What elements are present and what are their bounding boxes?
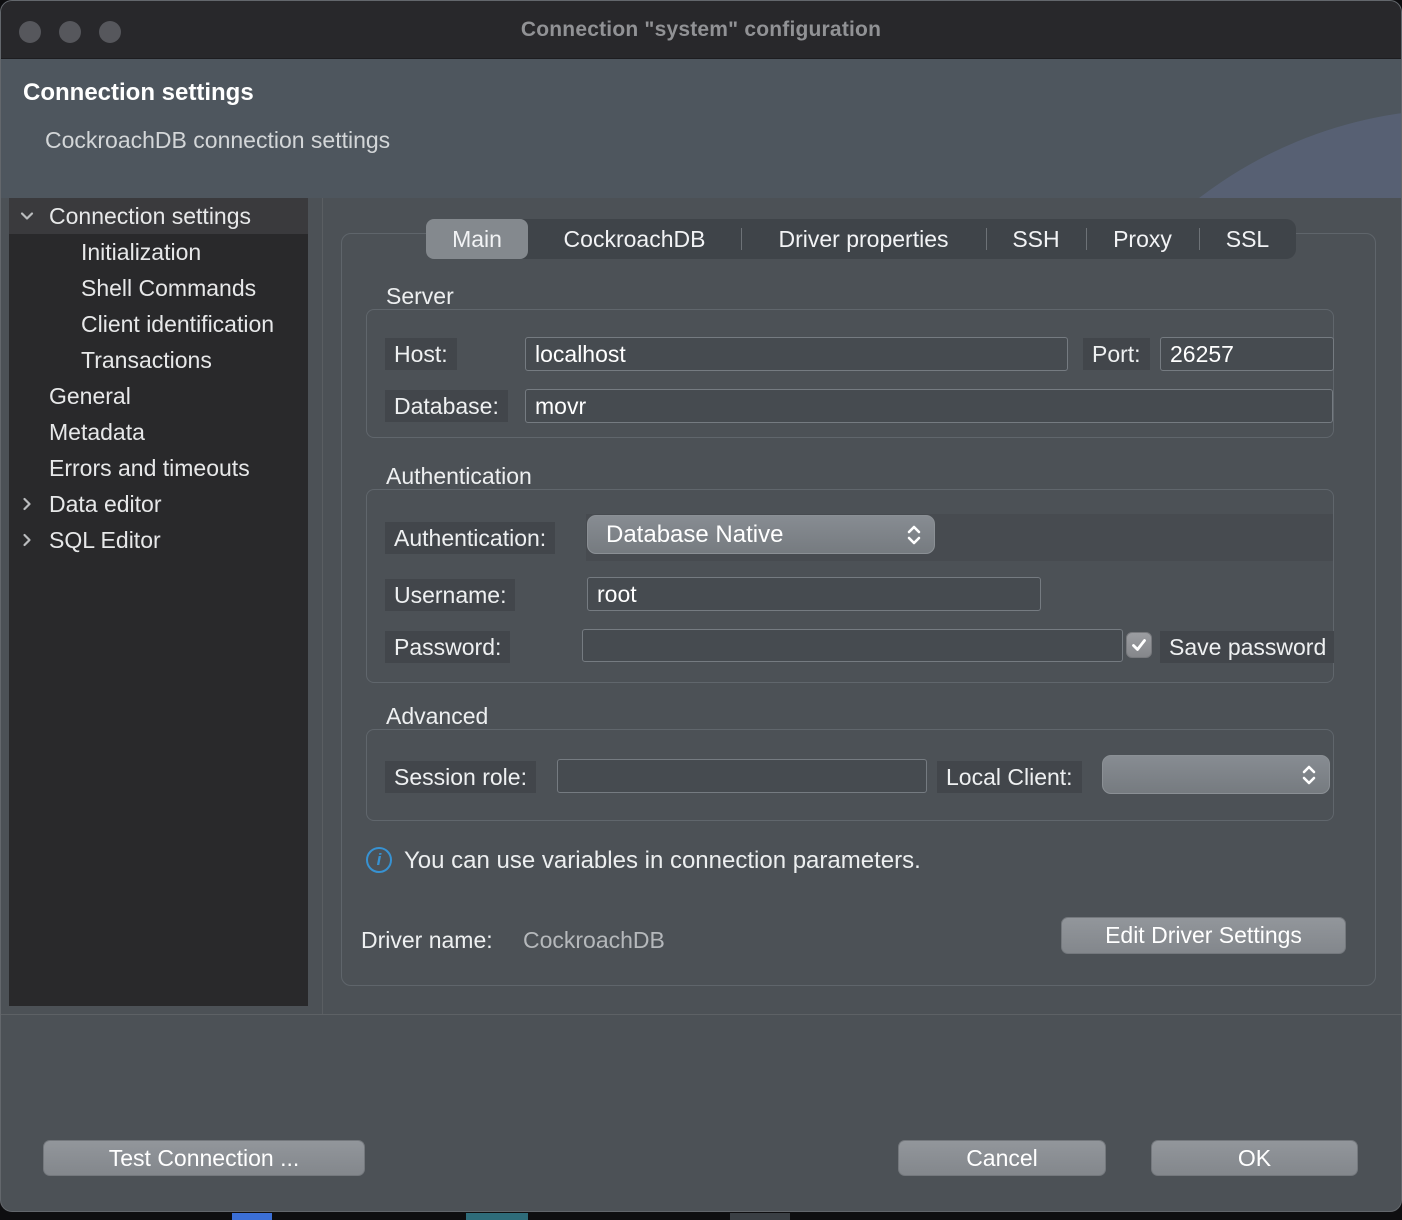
chevron-right-icon <box>19 532 35 548</box>
window-title: Connection "system" configuration <box>1 1 1401 59</box>
sidebar-item-label: Errors and timeouts <box>49 450 250 486</box>
advanced-group: Session role: Local Client: <box>366 729 1334 821</box>
authentication-select[interactable]: Database Native <box>587 515 935 554</box>
info-message: You can use variables in connection para… <box>404 847 921 875</box>
advanced-group-label: Advanced <box>386 703 488 730</box>
cancel-button[interactable]: Cancel <box>898 1140 1106 1176</box>
server-group-label: Server <box>386 283 454 310</box>
sidebar-item-transactions[interactable]: Transactions <box>9 342 308 378</box>
host-label: Host: <box>385 338 457 370</box>
session-role-input[interactable] <box>557 759 927 793</box>
screen: Connection "system" configuration Connec… <box>0 0 1402 1220</box>
sidebar-item-label: Metadata <box>49 414 145 450</box>
database-input[interactable] <box>525 389 1333 423</box>
sidebar-item-label: Transactions <box>81 342 212 378</box>
footer-divider <box>1 1014 1402 1015</box>
sidebar-item-label: Shell Commands <box>81 270 256 306</box>
page-title: Connection settings <box>23 79 254 107</box>
sidebar-item-label: General <box>49 378 131 414</box>
sidebar-item-label: SQL Editor <box>49 522 161 558</box>
updown-chevron-icon <box>1301 764 1317 786</box>
sidebar-item-sql-editor[interactable]: SQL Editor <box>9 522 308 558</box>
sidebar-item-client-identification[interactable]: Client identification <box>9 306 308 342</box>
titlebar: Connection "system" configuration <box>1 1 1401 59</box>
host-input[interactable] <box>525 337 1068 371</box>
sidebar-item-connection-settings[interactable]: Connection settings <box>9 198 308 234</box>
sidebar-item-label: Initialization <box>81 234 201 270</box>
password-label: Password: <box>385 631 510 663</box>
checkmark-icon <box>1130 636 1148 654</box>
test-connection-button[interactable]: Test Connection ... <box>43 1140 365 1176</box>
tab-ssh[interactable]: SSH <box>986 219 1086 259</box>
sidebar-item-shell-commands[interactable]: Shell Commands <box>9 270 308 306</box>
chevron-down-icon <box>19 208 35 224</box>
sidebar-item-metadata[interactable]: Metadata <box>9 414 308 450</box>
tab-bar: Main CockroachDB Driver properties SSH P… <box>426 219 1296 259</box>
dialog-header: Connection settings CockroachDB connecti… <box>1 59 1401 198</box>
sidebar-item-label: Connection settings <box>49 198 251 234</box>
updown-chevron-icon <box>906 524 922 546</box>
password-input[interactable] <box>582 629 1123 662</box>
chevron-right-icon <box>19 496 35 512</box>
desktop-fragment <box>232 1213 272 1220</box>
page-subtitle: CockroachDB connection settings <box>45 127 390 154</box>
edit-driver-settings-button[interactable]: Edit Driver Settings <box>1061 917 1346 954</box>
settings-tree: Connection settings Initialization Shell… <box>9 198 308 1006</box>
sidebar-item-label: Data editor <box>49 486 162 522</box>
authentication-label: Authentication: <box>385 522 555 554</box>
sidebar-item-initialization[interactable]: Initialization <box>9 234 308 270</box>
authentication-selected-value: Database Native <box>588 521 906 549</box>
sidebar-item-data-editor[interactable]: Data editor <box>9 486 308 522</box>
desktop-fragment <box>730 1213 790 1220</box>
tab-proxy[interactable]: Proxy <box>1086 219 1199 259</box>
database-label: Database: <box>385 390 508 422</box>
local-client-label: Local Client: <box>937 761 1082 793</box>
save-password-checkbox[interactable] <box>1126 632 1152 658</box>
driver-name-value: CockroachDB <box>523 927 665 954</box>
desktop-fragment <box>466 1213 528 1220</box>
local-client-select[interactable] <box>1102 755 1330 794</box>
server-group: Host: Port: Database: <box>366 309 1334 438</box>
info-icon: i <box>366 847 392 873</box>
sidebar-item-errors-and-timeouts[interactable]: Errors and timeouts <box>9 450 308 486</box>
tab-driver-properties[interactable]: Driver properties <box>741 219 986 259</box>
username-input[interactable] <box>587 577 1041 611</box>
tab-cockroachdb[interactable]: CockroachDB <box>528 219 741 259</box>
ok-button[interactable]: OK <box>1151 1140 1358 1176</box>
driver-name-label: Driver name: <box>361 927 493 954</box>
tab-main[interactable]: Main <box>426 219 528 259</box>
port-label: Port: <box>1083 338 1150 370</box>
authentication-group: Authentication: Database Native Username… <box>366 489 1334 683</box>
username-label: Username: <box>385 579 515 611</box>
sidebar-item-general[interactable]: General <box>9 378 308 414</box>
connection-configuration-dialog: Connection "system" configuration Connec… <box>0 0 1402 1212</box>
tab-ssl[interactable]: SSL <box>1199 219 1296 259</box>
authentication-group-label: Authentication <box>386 463 532 490</box>
session-role-label: Session role: <box>385 761 536 793</box>
sidebar-divider <box>322 198 323 1014</box>
decorative-arc <box>1031 109 1401 198</box>
save-password-label: Save password <box>1160 631 1334 663</box>
sidebar-item-label: Client identification <box>81 306 274 342</box>
port-input[interactable] <box>1160 337 1334 371</box>
